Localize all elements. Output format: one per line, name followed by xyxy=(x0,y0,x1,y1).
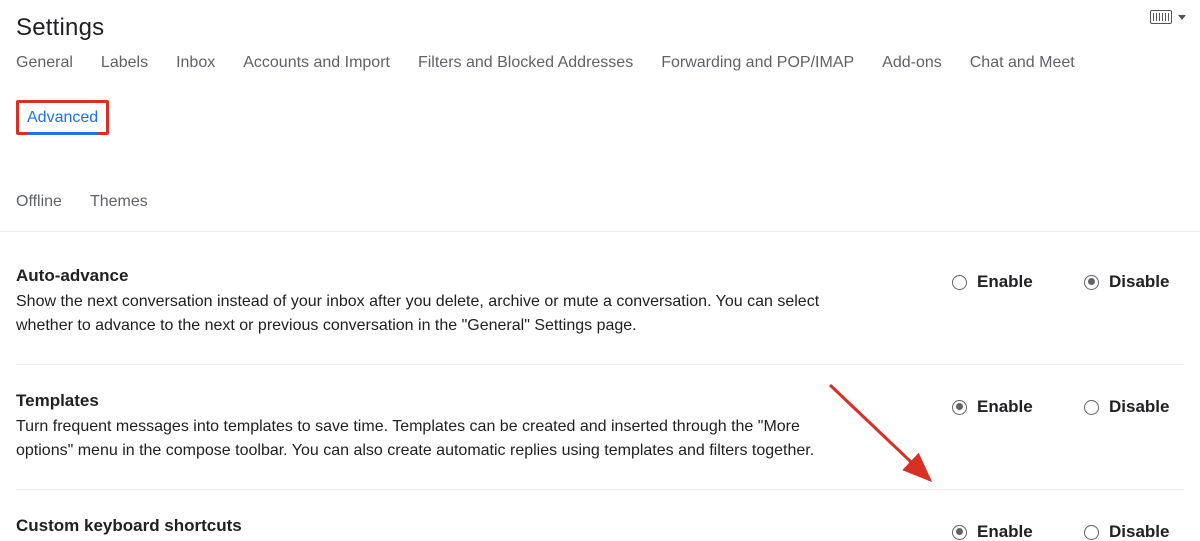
radio-icon xyxy=(952,275,967,290)
setting-title: Auto-advance xyxy=(16,266,836,286)
templates-disable-option[interactable]: Disable xyxy=(1084,397,1184,417)
setting-info: Auto-advance Show the next conversation … xyxy=(16,266,836,338)
setting-description: Show the next conversation instead of yo… xyxy=(16,290,836,338)
setting-options: Enable Disable xyxy=(952,272,1184,292)
setting-info: Custom keyboard shortcuts Enable the abi… xyxy=(16,516,836,541)
tab-filters-and-blocked-addresses[interactable]: Filters and Blocked Addresses xyxy=(418,52,633,78)
templates-enable-option[interactable]: Enable xyxy=(952,397,1052,417)
tab-general[interactable]: General xyxy=(16,52,73,78)
tab-advanced[interactable]: Advanced xyxy=(27,109,98,135)
radio-icon xyxy=(1084,275,1099,290)
radio-label: Disable xyxy=(1109,272,1169,292)
tab-offline[interactable]: Offline xyxy=(16,191,62,217)
toolbar-right xyxy=(1150,10,1186,24)
radio-icon xyxy=(1084,525,1099,540)
custom-keyboard-shortcuts-disable-option[interactable]: Disable xyxy=(1084,522,1184,541)
settings-tabs: General Labels Inbox Accounts and Import… xyxy=(0,52,1200,232)
radio-icon xyxy=(952,525,967,540)
setting-options: Enable Disable xyxy=(952,397,1184,417)
tab-add-ons[interactable]: Add-ons xyxy=(882,52,942,78)
input-tools-icon[interactable] xyxy=(1150,10,1172,24)
radio-label: Enable xyxy=(977,522,1033,541)
tab-forwarding-and-pop-imap[interactable]: Forwarding and POP/IMAP xyxy=(661,52,854,78)
auto-advance-enable-option[interactable]: Enable xyxy=(952,272,1052,292)
setting-description: Turn frequent messages into templates to… xyxy=(16,415,836,463)
tab-chat-and-meet[interactable]: Chat and Meet xyxy=(970,52,1075,78)
tab-advanced-highlight: Advanced xyxy=(16,100,109,134)
radio-label: Enable xyxy=(977,272,1033,292)
setting-custom-keyboard-shortcuts: Custom keyboard shortcuts Enable the abi… xyxy=(16,490,1184,541)
custom-keyboard-shortcuts-enable-option[interactable]: Enable xyxy=(952,522,1052,541)
tab-themes[interactable]: Themes xyxy=(90,191,148,217)
advanced-settings-list: Auto-advance Show the next conversation … xyxy=(0,232,1200,541)
radio-icon xyxy=(952,400,967,415)
setting-title: Custom keyboard shortcuts xyxy=(16,516,836,536)
radio-label: Enable xyxy=(977,397,1033,417)
setting-title: Templates xyxy=(16,391,836,411)
setting-info: Templates Turn frequent messages into te… xyxy=(16,391,836,463)
radio-icon xyxy=(1084,400,1099,415)
radio-label: Disable xyxy=(1109,522,1169,541)
tab-accounts-and-import[interactable]: Accounts and Import xyxy=(243,52,390,78)
input-tools-dropdown-icon[interactable] xyxy=(1178,15,1186,20)
setting-templates: Templates Turn frequent messages into te… xyxy=(16,365,1184,490)
auto-advance-disable-option[interactable]: Disable xyxy=(1084,272,1184,292)
tab-inbox[interactable]: Inbox xyxy=(176,52,215,78)
radio-label: Disable xyxy=(1109,397,1169,417)
page-title: Settings xyxy=(0,0,1200,52)
tab-labels[interactable]: Labels xyxy=(101,52,148,78)
setting-auto-advance: Auto-advance Show the next conversation … xyxy=(16,240,1184,365)
setting-options: Enable Disable xyxy=(952,522,1184,541)
